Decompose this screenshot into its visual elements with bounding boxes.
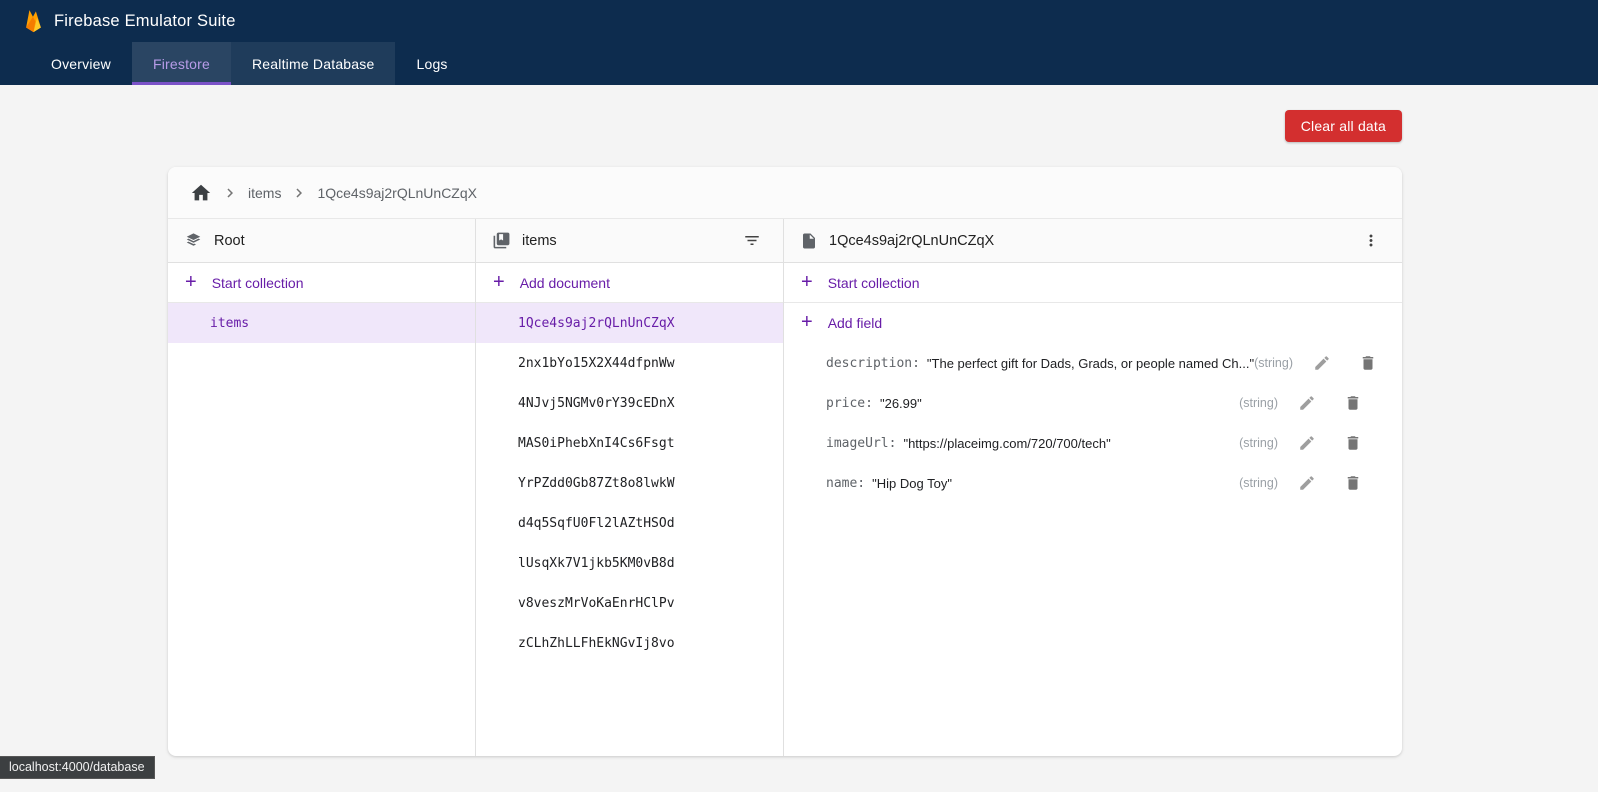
start-collection-button[interactable]: + Start collection bbox=[168, 263, 475, 303]
field-row: imageUrl: "https://placeimg.com/720/700/… bbox=[784, 423, 1402, 463]
field-value: "The perfect gift for Dads, Grads, or pe… bbox=[927, 356, 1254, 371]
document-row[interactable]: 1Qce4s9aj2rQLnUnCZqX bbox=[476, 303, 783, 343]
collection-panel: items + Add document 1Qce4s9aj2rQLnUnCZq… bbox=[476, 219, 784, 756]
top-bar: Firebase Emulator Suite Overview Firesto… bbox=[0, 0, 1598, 85]
field-value: "Hip Dog Toy" bbox=[872, 476, 952, 491]
collection-row-items[interactable]: items bbox=[168, 303, 475, 343]
field-name: imageUrl: bbox=[826, 436, 896, 451]
field-name: price: bbox=[826, 396, 873, 411]
plus-icon: + bbox=[801, 312, 813, 332]
firestore-panel-card: items 1Qce4s9aj2rQLnUnCZqX bbox=[168, 167, 1402, 756]
delete-field-button[interactable] bbox=[1338, 468, 1368, 498]
start-collection-button[interactable]: + Start collection bbox=[784, 263, 1402, 303]
document-row[interactable]: d4q5SqfU0Fl2lAZtHSOd bbox=[476, 503, 783, 543]
chevron-right-icon bbox=[221, 184, 239, 202]
add-document-label: Add document bbox=[520, 275, 610, 291]
firestore-columns: Root + Start collection items bbox=[168, 219, 1402, 756]
filter-documents-button[interactable] bbox=[737, 226, 767, 256]
document-row[interactable]: YrPZdd0Gb87Zt8o8lwkW bbox=[476, 463, 783, 503]
delete-field-button[interactable] bbox=[1338, 388, 1368, 418]
add-field-button[interactable]: + Add field bbox=[784, 303, 1402, 343]
home-icon[interactable] bbox=[190, 182, 212, 204]
document-row[interactable]: lUsqXk7V1jkb5KM0vB8d bbox=[476, 543, 783, 583]
start-collection-label: Start collection bbox=[828, 275, 920, 291]
root-panel-header: Root bbox=[168, 219, 475, 263]
document-panel-title: 1Qce4s9aj2rQLnUnCZqX bbox=[829, 233, 994, 249]
field-type: (string) bbox=[1239, 396, 1278, 410]
plus-icon: + bbox=[185, 272, 197, 292]
field-list: description: "The perfect gift for Dads,… bbox=[784, 343, 1402, 503]
plus-icon: + bbox=[493, 272, 505, 292]
document-icon bbox=[800, 232, 818, 250]
firestore-root-icon bbox=[184, 231, 203, 250]
add-field-label: Add field bbox=[828, 315, 882, 331]
start-collection-label: Start collection bbox=[212, 275, 304, 291]
delete-field-button[interactable] bbox=[1338, 428, 1368, 458]
field-row: description: "The perfect gift for Dads,… bbox=[784, 343, 1402, 383]
breadcrumb-collection[interactable]: items bbox=[248, 185, 281, 201]
document-row[interactable]: 4NJvj5NGMv0rY39cEDnX bbox=[476, 383, 783, 423]
clear-all-data-button[interactable]: Clear all data bbox=[1285, 110, 1402, 142]
tab-logs[interactable]: Logs bbox=[395, 42, 468, 85]
edit-field-button[interactable] bbox=[1307, 348, 1337, 378]
add-document-button[interactable]: + Add document bbox=[476, 263, 783, 303]
field-row: name: "Hip Dog Toy" (string) bbox=[784, 463, 1402, 503]
root-panel-title: Root bbox=[214, 233, 245, 249]
breadcrumb: items 1Qce4s9aj2rQLnUnCZqX bbox=[168, 167, 1402, 219]
firebase-logo-icon bbox=[24, 9, 43, 33]
status-url: localhost:4000/database bbox=[0, 756, 155, 779]
field-type: (string) bbox=[1254, 356, 1293, 370]
document-row[interactable]: v8veszMrVoKaEnrHClPv bbox=[476, 583, 783, 623]
field-row: price: "26.99" (string) bbox=[784, 383, 1402, 423]
document-panel: 1Qce4s9aj2rQLnUnCZqX + Start collection … bbox=[784, 219, 1402, 756]
nav-tabs: Overview Firestore Realtime Database Log… bbox=[0, 42, 1598, 85]
document-row[interactable]: MAS0iPhebXnI4Cs6Fsgt bbox=[476, 423, 783, 463]
delete-field-button[interactable] bbox=[1353, 348, 1383, 378]
collection-panel-title: items bbox=[522, 233, 557, 249]
tab-overview[interactable]: Overview bbox=[30, 42, 132, 85]
edit-field-button[interactable] bbox=[1292, 388, 1322, 418]
field-name: description: bbox=[826, 356, 920, 371]
field-value: "26.99" bbox=[880, 396, 922, 411]
document-row[interactable]: 2nx1bYo15X2X44dfpnWw bbox=[476, 343, 783, 383]
field-type: (string) bbox=[1239, 476, 1278, 490]
document-panel-header: 1Qce4s9aj2rQLnUnCZqX bbox=[784, 219, 1402, 263]
tab-realtime-database[interactable]: Realtime Database bbox=[231, 42, 395, 85]
plus-icon: + bbox=[801, 272, 813, 292]
breadcrumb-document[interactable]: 1Qce4s9aj2rQLnUnCZqX bbox=[317, 185, 477, 201]
collection-panel-header: items bbox=[476, 219, 783, 263]
field-type: (string) bbox=[1239, 436, 1278, 450]
field-value: "https://placeimg.com/720/700/tech" bbox=[903, 436, 1110, 451]
root-panel: Root + Start collection items bbox=[168, 219, 476, 756]
edit-field-button[interactable] bbox=[1292, 468, 1322, 498]
chevron-right-icon bbox=[290, 184, 308, 202]
edit-field-button[interactable] bbox=[1292, 428, 1322, 458]
document-row[interactable]: zCLhZhLLFhEkNGvIj8vo bbox=[476, 623, 783, 663]
kebab-menu-button[interactable] bbox=[1356, 226, 1386, 256]
collection-icon bbox=[492, 231, 511, 250]
field-name: name: bbox=[826, 476, 865, 491]
main-content: Clear all data items 1Qce4s9aj2rQLnUnCZq… bbox=[168, 110, 1402, 756]
app-title: Firebase Emulator Suite bbox=[54, 12, 236, 31]
tab-firestore[interactable]: Firestore bbox=[132, 42, 231, 85]
